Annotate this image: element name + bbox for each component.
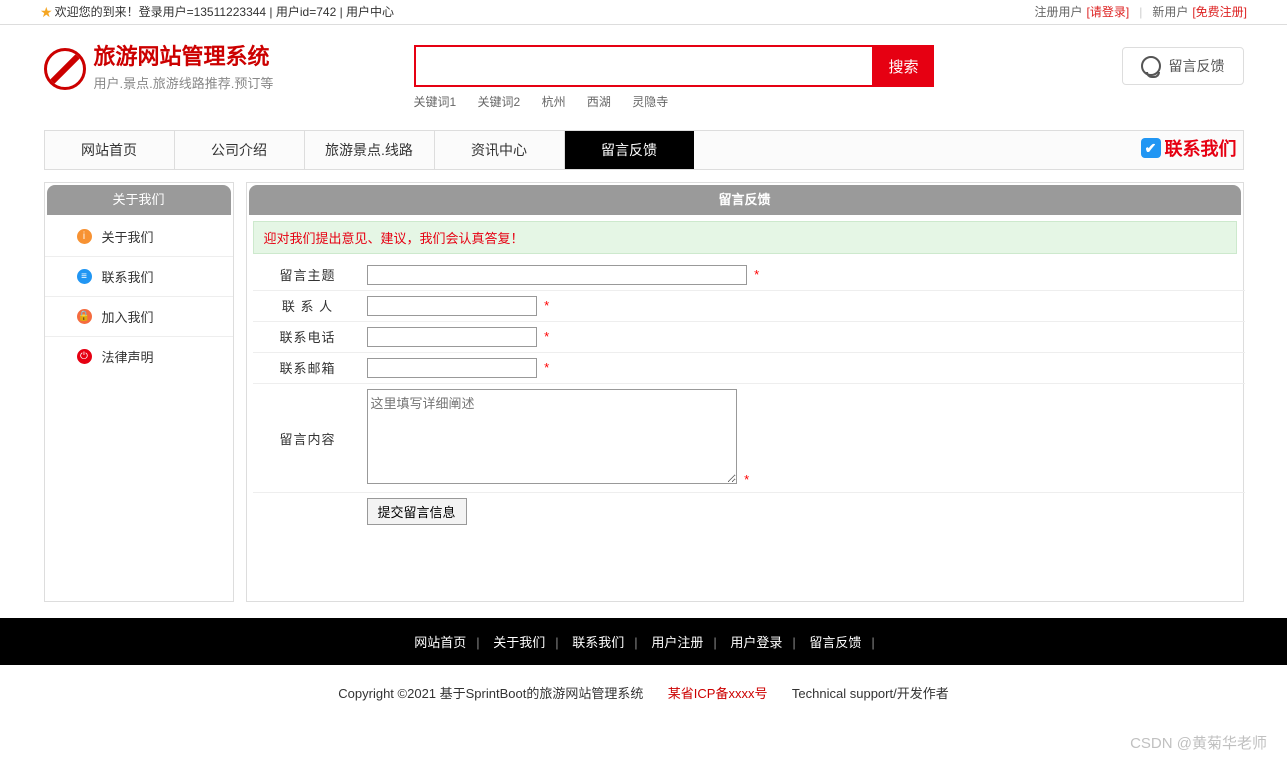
headset-icon [1141, 56, 1161, 76]
tech-support: Technical support/开发作者 [792, 686, 949, 701]
email-input[interactable] [367, 358, 537, 378]
copyright: Copyright ©2021 基于SprintBoot的旅游网站管理系统 某省… [0, 665, 1287, 720]
footer-link[interactable]: 关于我们 [493, 635, 545, 650]
panel-title: 留言反馈 [249, 185, 1241, 215]
required-mark: * [754, 267, 759, 282]
footer-link[interactable]: 用户注册 [651, 635, 703, 650]
copyright-text: Copyright ©2021 基于SprintBoot的旅游网站管理系统 [338, 686, 643, 701]
keyword-link[interactable]: 关键词2 [478, 95, 521, 109]
subject-input[interactable] [367, 265, 747, 285]
sidebar-item-label: 加入我们 [102, 307, 154, 326]
nav-feedback[interactable]: 留言反馈 [564, 131, 694, 169]
footer-nav: 网站首页| 关于我们| 联系我们| 用户注册| 用户登录| 留言反馈| [0, 618, 1287, 665]
nav-company[interactable]: 公司介绍 [174, 131, 304, 169]
nav-news[interactable]: 资讯中心 [434, 131, 564, 169]
icp-link[interactable]: 某省ICP备xxxx号 [668, 686, 768, 701]
main-nav: 网站首页 公司介绍 旅游景点.线路 资讯中心 留言反馈 ✔ 联系我们 [44, 130, 1244, 170]
star-icon: ★ [40, 0, 53, 25]
sidebar-item-join[interactable]: 🔒 加入我们 [45, 297, 233, 337]
search-block: 搜索 关键词1 关键词2 杭州 西湖 灵隐寺 [414, 45, 1044, 110]
header-feedback-button[interactable]: 留言反馈 [1122, 47, 1244, 85]
submit-button[interactable]: 提交留言信息 [367, 498, 467, 525]
keyword-link[interactable]: 灵隐寺 [632, 95, 668, 109]
field-label: 联 系 人 [253, 291, 363, 322]
footer-link[interactable]: 留言反馈 [809, 635, 861, 650]
new-user-label: 新用户 [1152, 0, 1188, 25]
field-label: 联系邮箱 [253, 353, 363, 384]
topbar-separator: | [1139, 0, 1142, 25]
feedback-form: 留言主题 * 联 系 人 * 联系电话 * [253, 260, 1245, 530]
topbar-left: ★ 欢迎您的到来！登录用户=13511223344 | 用户id=742 | 用… [40, 0, 394, 24]
info-icon: i [77, 229, 92, 244]
power-icon: ⏻ [77, 349, 92, 364]
sidebar-title: 关于我们 [47, 185, 231, 215]
contact-input[interactable] [367, 296, 537, 316]
topbar-right: 注册用户 [请登录] | 新用户 [免费注册] [1035, 0, 1248, 24]
topbar: ★ 欢迎您的到来！登录用户=13511223344 | 用户id=742 | 用… [0, 0, 1287, 25]
sidebar-item-label: 联系我们 [102, 267, 154, 286]
sidebar-item-label: 关于我们 [102, 227, 154, 246]
footer-link[interactable]: 联系我们 [572, 635, 624, 650]
sidebar-item-label: 法律声明 [102, 347, 154, 366]
nav-contact-us[interactable]: ✔ 联系我们 [1141, 135, 1237, 161]
required-mark: * [544, 360, 549, 375]
field-label: 联系电话 [253, 322, 363, 353]
login-link[interactable]: [请登录] [1087, 0, 1130, 25]
list-icon: ≡ [77, 269, 92, 284]
nav-contact-label: 联系我们 [1165, 135, 1237, 161]
required-mark: * [744, 472, 749, 487]
required-mark: * [544, 298, 549, 313]
nav-home[interactable]: 网站首页 [44, 131, 174, 169]
nav-scenic[interactable]: 旅游景点.线路 [304, 131, 434, 169]
keyword-link[interactable]: 关键词1 [414, 95, 457, 109]
logo-block[interactable]: 旅游网站管理系统 用户.景点.旅游线路推荐.预订等 [44, 45, 414, 92]
site-title: 旅游网站管理系统 [94, 45, 274, 69]
welcome-text: 欢迎您的到来！登录用户=13511223344 | 用户id=742 | 用户中… [55, 0, 394, 25]
check-icon: ✔ [1141, 138, 1161, 158]
free-register-link[interactable]: [免费注册] [1192, 0, 1247, 25]
watermark: CSDN @黄菊华老师 [1130, 732, 1267, 753]
field-label: 留言主题 [253, 260, 363, 291]
sidebar-item-legal[interactable]: ⏻ 法律声明 [45, 337, 233, 376]
sidebar-item-about[interactable]: i 关于我们 [45, 217, 233, 257]
search-button[interactable]: 搜索 [874, 45, 934, 87]
phone-input[interactable] [367, 327, 537, 347]
required-mark: * [544, 329, 549, 344]
logo-icon [44, 48, 86, 90]
keyword-link[interactable]: 西湖 [587, 95, 611, 109]
registered-user-label: 注册用户 [1035, 0, 1083, 25]
field-label: 留言内容 [253, 384, 363, 493]
content-textarea[interactable] [367, 389, 737, 484]
search-box: 搜索 [414, 45, 1044, 87]
footer-link[interactable]: 网站首页 [414, 635, 466, 650]
footer-link[interactable]: 用户登录 [730, 635, 782, 650]
sidebar-item-contact[interactable]: ≡ 联系我们 [45, 257, 233, 297]
main: 关于我们 i 关于我们 ≡ 联系我们 🔒 加入我们 ⏻ 法律声明 留言反馈 迎对… [44, 182, 1244, 602]
header-feedback-label: 留言反馈 [1169, 56, 1225, 76]
content-panel: 留言反馈 迎对我们提出意见、建议，我们会认真答复！ 留言主题 * 联 系 人 *… [246, 182, 1244, 602]
search-input[interactable] [414, 45, 874, 87]
lock-icon: 🔒 [77, 309, 92, 324]
form-notice: 迎对我们提出意见、建议，我们会认真答复！ [253, 221, 1237, 254]
search-keywords: 关键词1 关键词2 杭州 西湖 灵隐寺 [414, 93, 1044, 110]
header-feedback-wrap: 留言反馈 [1044, 45, 1244, 85]
header: 旅游网站管理系统 用户.景点.旅游线路推荐.预订等 搜索 关键词1 关键词2 杭… [44, 25, 1244, 120]
keyword-link[interactable]: 杭州 [542, 95, 566, 109]
sidebar: 关于我们 i 关于我们 ≡ 联系我们 🔒 加入我们 ⏻ 法律声明 [44, 182, 234, 602]
site-subtitle: 用户.景点.旅游线路推荐.预订等 [94, 73, 274, 92]
